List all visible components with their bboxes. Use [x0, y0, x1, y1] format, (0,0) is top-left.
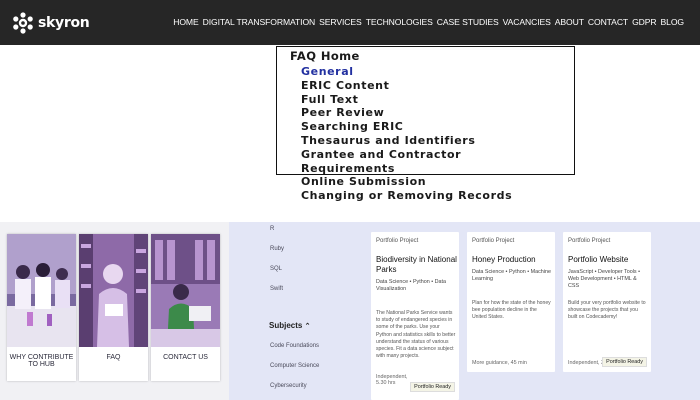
- portfolio-ready-badge: Portfolio Ready: [602, 357, 647, 367]
- brand-name: skyron: [38, 15, 90, 31]
- card-label: FAQ: [106, 354, 121, 361]
- project-meta: Data Science • Python • Data Visualizati…: [376, 279, 446, 293]
- nav-vacancies[interactable]: VACANCIES: [503, 17, 551, 27]
- nav-technologies[interactable]: TECHNOLOGIES: [366, 17, 433, 27]
- faq-item-eric-content[interactable]: ERIC Content: [290, 79, 551, 93]
- project-title: Biodiversity in National Parks: [376, 255, 457, 274]
- portfolio-ready-badge: Portfolio Ready: [410, 382, 455, 392]
- faq-item-online-submission[interactable]: Online Submission: [290, 175, 551, 189]
- study-photo: [151, 234, 220, 347]
- filter-code-foundations[interactable]: Code Foundations: [270, 343, 319, 349]
- project-duration: More guidance, 45 min: [472, 360, 527, 366]
- filter-ruby[interactable]: Ruby: [270, 246, 284, 252]
- card-contact-us[interactable]: CONTACT US: [151, 234, 220, 381]
- main-nav: HOME DIGITAL TRANSFORMATION SERVICES TEC…: [173, 17, 684, 27]
- filter-cybersecurity[interactable]: Cybersecurity: [270, 383, 307, 389]
- faq-home-link[interactable]: FAQ Home: [290, 50, 551, 63]
- filter-swift[interactable]: Swift: [270, 286, 283, 292]
- card-label: CONTACT US: [163, 354, 208, 361]
- subjects-label: Subjects: [269, 321, 303, 330]
- filter-r[interactable]: R: [270, 226, 274, 232]
- project-description: The National Parks Service wants to stud…: [376, 310, 456, 360]
- skyron-logo-icon: [13, 12, 33, 34]
- card-why-contribute[interactable]: WHY CONTRIBUTE TO HUB: [7, 234, 76, 381]
- nav-case-studies[interactable]: CASE STUDIES: [437, 17, 499, 27]
- faq-item-thesaurus[interactable]: Thesaurus and Identifiers: [290, 134, 551, 148]
- project-card-biodiversity[interactable]: Portfolio Project Biodiversity in Nation…: [371, 232, 459, 400]
- nav-digital-transformation[interactable]: DIGITAL TRANSFORMATION: [203, 17, 316, 27]
- lab-photo: [7, 234, 76, 347]
- project-tag: Portfolio Project: [472, 238, 515, 244]
- project-description: Plan for how the state of the honey bee …: [472, 300, 551, 321]
- card-faq[interactable]: FAQ: [79, 234, 148, 381]
- nav-services[interactable]: SERVICES: [319, 17, 362, 27]
- project-card-portfolio-website[interactable]: Portfolio Project Portfolio Website Java…: [563, 232, 651, 372]
- faq-item-searching-eric[interactable]: Searching ERIC: [290, 120, 551, 134]
- faq-item-grantee[interactable]: Grantee and Contractor Requirements: [290, 148, 551, 176]
- faq-menu: FAQ Home General ERIC Content Full Text …: [290, 50, 551, 203]
- subjects-heading[interactable]: Subjects ⌃: [269, 321, 310, 330]
- nav-blog[interactable]: BLOG: [661, 17, 685, 27]
- project-title: Portfolio Website: [568, 255, 629, 264]
- card-label: WHY CONTRIBUTE TO HUB: [9, 354, 74, 368]
- nav-contact[interactable]: CONTACT: [588, 17, 628, 27]
- faq-item-general[interactable]: General: [290, 65, 551, 79]
- faq-item-full-text[interactable]: Full Text: [290, 93, 551, 107]
- project-tag: Portfolio Project: [568, 238, 611, 244]
- filter-computer-science[interactable]: Computer Science: [270, 363, 319, 369]
- project-title: Honey Production: [472, 255, 536, 264]
- filter-sql[interactable]: SQL: [270, 266, 282, 272]
- library-photo: [79, 234, 148, 347]
- nav-gdpr[interactable]: GDPR: [632, 17, 657, 27]
- faq-item-changing-records[interactable]: Changing or Removing Records: [290, 189, 531, 203]
- nav-about[interactable]: ABOUT: [555, 17, 584, 27]
- brand-logo[interactable]: skyron: [12, 11, 90, 35]
- project-card-honey[interactable]: Portfolio Project Honey Production Data …: [467, 232, 555, 372]
- faq-item-peer-review[interactable]: Peer Review: [290, 106, 551, 120]
- top-navigation-bar: skyron HOME DIGITAL TRANSFORMATION SERVI…: [0, 0, 700, 45]
- project-description: Build your very portfolio website to sho…: [568, 300, 646, 321]
- project-meta: Data Science • Python • Machine Learning: [472, 269, 551, 283]
- nav-home[interactable]: HOME: [173, 17, 198, 27]
- project-tag: Portfolio Project: [376, 238, 419, 244]
- chevron-up-icon: ⌃: [304, 323, 311, 330]
- project-meta: JavaScript • Developer Tools • Web Devel…: [568, 269, 640, 290]
